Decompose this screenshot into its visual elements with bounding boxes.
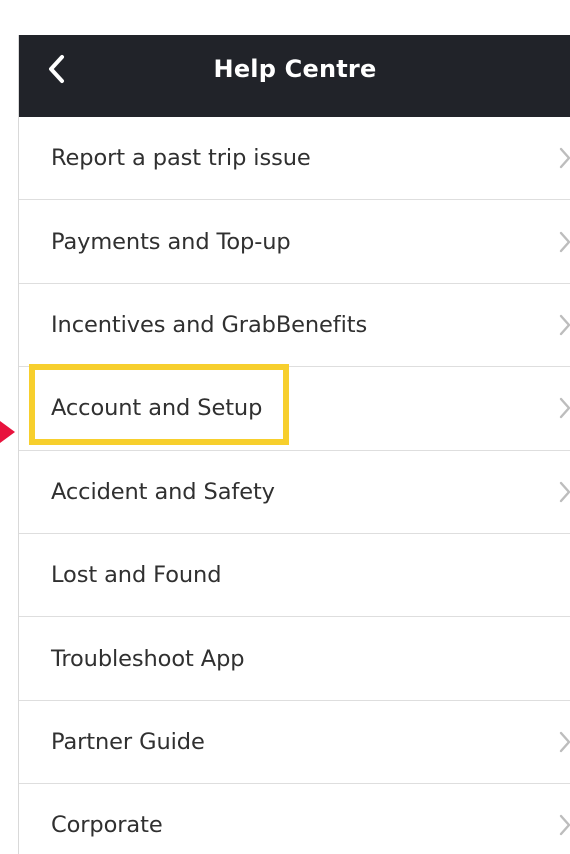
menu-item-account-and-setup[interactable]: Account and Setup (19, 367, 570, 451)
pointer-arrow-icon (0, 421, 15, 443)
help-topic-list: Report a past trip issue Payments and To… (19, 117, 570, 854)
chevron-right-icon (559, 731, 570, 753)
menu-item-label: Accident and Safety (51, 478, 275, 505)
menu-item-label: Account and Setup (51, 395, 263, 422)
chevron-right-icon (559, 147, 570, 169)
menu-item-label: Partner Guide (51, 728, 205, 755)
chevron-right-icon (559, 815, 570, 836)
menu-item-partner-guide[interactable]: Partner Guide (19, 701, 570, 785)
chevron-right-icon (559, 231, 570, 252)
page-title: Help Centre (213, 55, 377, 83)
menu-item-label: Corporate (51, 812, 163, 839)
chevron-right-icon (559, 481, 570, 502)
menu-item-troubleshoot-app[interactable]: Troubleshoot App (19, 617, 570, 701)
page: Help Centre Report a past trip issue Pay… (0, 0, 570, 854)
pointer-arrow-shape (0, 421, 15, 443)
help-centre-screen: Help Centre Report a past trip issue Pay… (18, 35, 570, 854)
menu-item-lost-and-found[interactable]: Lost and Found (19, 534, 570, 618)
menu-item-label: Payments and Top-up (51, 228, 291, 255)
header-bar: Help Centre (19, 35, 570, 117)
menu-item-label: Troubleshoot App (51, 645, 245, 672)
menu-item-payments-and-top-up[interactable]: Payments and Top-up (19, 200, 570, 284)
menu-item-report-past-trip-issue[interactable]: Report a past trip issue (19, 117, 570, 201)
chevron-right-icon (559, 398, 570, 419)
chevron-right-icon (559, 314, 570, 336)
menu-item-label: Lost and Found (51, 562, 222, 589)
menu-item-accident-and-safety[interactable]: Accident and Safety (19, 451, 570, 534)
menu-item-incentives-and-grabbenefits[interactable]: Incentives and GrabBenefits (19, 284, 570, 368)
menu-item-corporate[interactable]: Corporate (19, 784, 570, 854)
menu-item-label: Incentives and GrabBenefits (51, 311, 368, 338)
menu-item-label: Report a past trip issue (51, 145, 311, 172)
